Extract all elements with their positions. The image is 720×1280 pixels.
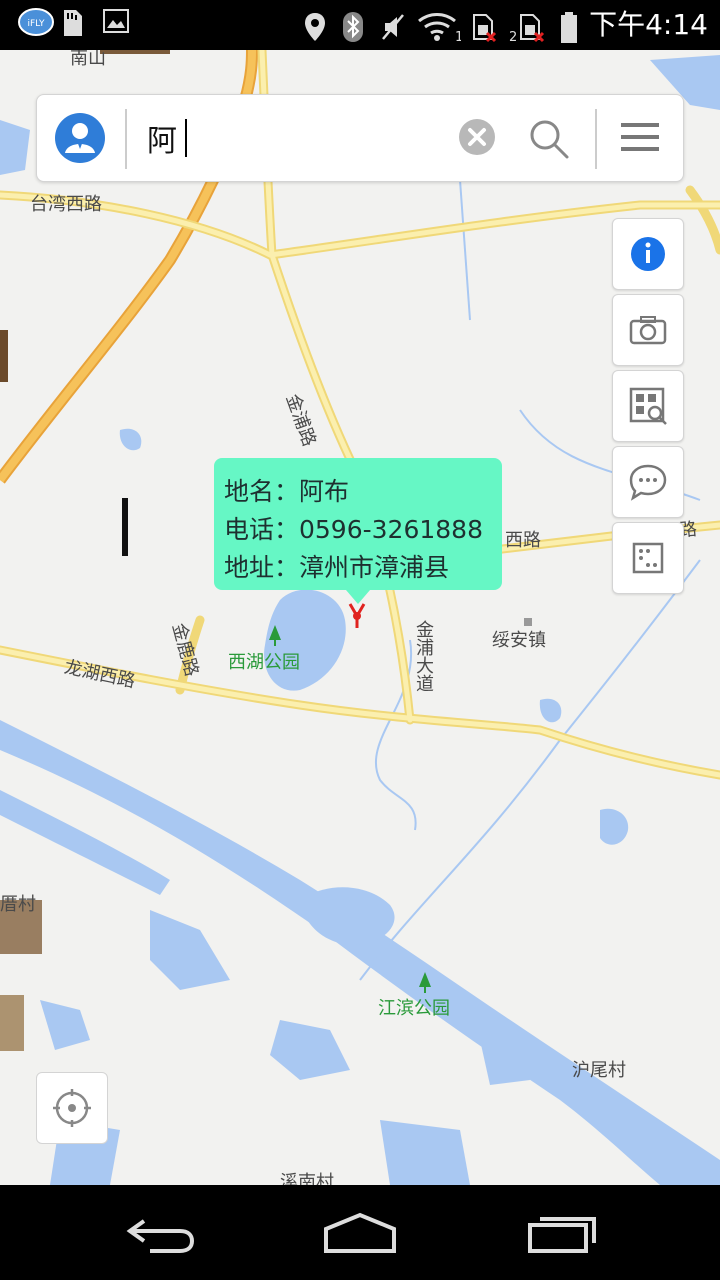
status-right: 1 2 下午4:14	[303, 8, 708, 45]
camera-button[interactable]	[612, 294, 684, 366]
wifi-icon: 1	[417, 11, 463, 45]
recents-button[interactable]	[524, 1207, 604, 1257]
search-bar	[36, 94, 684, 182]
text-caret	[185, 119, 187, 157]
back-button[interactable]	[120, 1207, 200, 1257]
mute-icon	[379, 11, 407, 40]
map-poi-fragment	[100, 50, 170, 54]
clock: 下午4:14	[589, 8, 708, 41]
user-avatar-icon[interactable]	[55, 113, 105, 163]
map-label-suian-town: 绥安镇	[492, 630, 546, 651]
sim1-icon	[471, 11, 499, 43]
place-name-line: 地名：阿布	[224, 477, 350, 506]
home-button[interactable]	[320, 1207, 400, 1257]
home-icon	[324, 1212, 396, 1253]
place-address-line: 地址：漳州市漳浦县	[224, 553, 450, 582]
locate-me-button[interactable]	[36, 1072, 108, 1144]
info-button[interactable]	[612, 218, 684, 290]
map-label-jinpu-avenue: 金浦大道	[413, 620, 434, 692]
map-poi-fragment	[122, 498, 142, 556]
place-info-popup[interactable]: 地名：阿布 电话：0596-3261888 地址：漳州市漳浦县	[214, 458, 502, 604]
message-button[interactable]	[612, 446, 684, 518]
ifly-text: iFLY	[28, 19, 45, 29]
map-label-jiangbin-park: 江滨公园	[378, 998, 450, 1019]
search-divider	[125, 109, 127, 169]
map-label-xihu-park: 西湖公园	[228, 652, 300, 673]
status-bar: iFLY 1 2 下午4:14	[0, 0, 720, 50]
dice-icon	[632, 542, 664, 574]
search-icon[interactable]	[527, 117, 571, 161]
sim2-label: 2	[509, 30, 517, 43]
ifly-icon: iFLY	[18, 8, 54, 36]
clear-icon[interactable]	[459, 119, 495, 155]
back-icon	[126, 1219, 195, 1253]
image-icon	[102, 8, 130, 36]
sd-card-icon	[60, 8, 88, 36]
sim1-label: 1	[455, 30, 461, 43]
map-poi-fragment	[0, 330, 8, 382]
map-label-village-bottom: 溪南村	[280, 1172, 334, 1185]
map-poi-fragment	[0, 995, 24, 1051]
qr-scan-button[interactable]	[612, 370, 684, 442]
location-marker-icon[interactable]	[346, 602, 368, 630]
bluetooth-icon	[341, 11, 369, 42]
status-left: iFLY	[18, 8, 130, 36]
crosshair-icon	[53, 1089, 91, 1127]
map-label-nanshan: 南山	[70, 50, 106, 69]
map-label-taiwan-west-road: 台湾西路	[30, 194, 102, 215]
location-icon	[303, 11, 331, 41]
message-icon	[629, 464, 667, 501]
search-input[interactable]	[147, 109, 447, 167]
battery-icon	[559, 11, 579, 43]
map-label-west-road: 西路	[505, 530, 541, 551]
map-label-village-left: 厝村	[0, 894, 36, 915]
dice-button[interactable]	[612, 522, 684, 594]
camera-icon	[629, 316, 667, 345]
qr-scan-icon	[629, 387, 667, 425]
place-phone-line: 电话：0596-3261888	[224, 515, 483, 544]
info-icon	[631, 237, 665, 271]
navigation-bar	[0, 1185, 720, 1280]
sim2-icon: 2	[509, 11, 549, 45]
map-label-huwei-village: 沪尾村	[572, 1060, 626, 1081]
menu-icon[interactable]	[619, 119, 661, 155]
search-divider-right	[595, 109, 597, 169]
recents-icon	[528, 1217, 596, 1253]
